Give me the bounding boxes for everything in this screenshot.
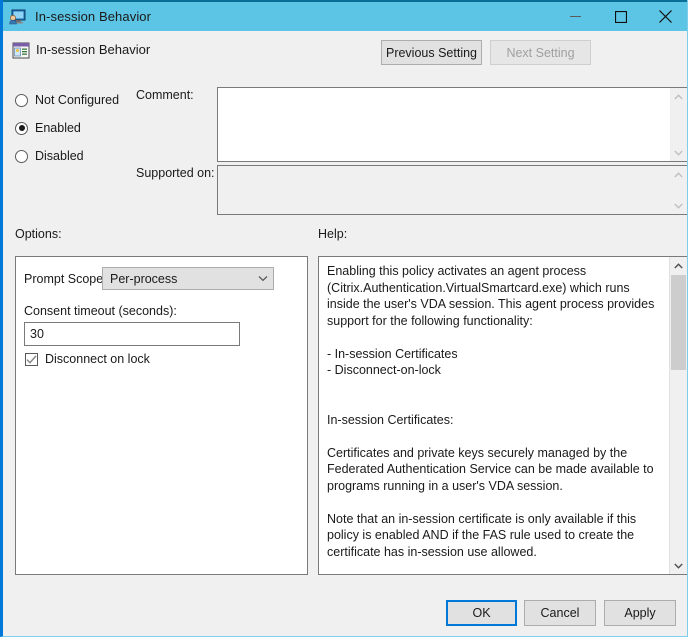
comment-label: Comment: bbox=[136, 88, 194, 102]
supported-on-scrollbar[interactable] bbox=[670, 166, 687, 214]
comment-textarea[interactable] bbox=[217, 87, 688, 162]
options-panel: Prompt Scope Per-process Consent timeout… bbox=[15, 256, 308, 575]
chevron-down-icon[interactable] bbox=[670, 197, 687, 214]
supported-on-textarea bbox=[217, 165, 688, 215]
close-icon[interactable] bbox=[643, 2, 688, 31]
consent-timeout-input[interactable]: 30 bbox=[24, 322, 240, 346]
chevron-down-icon[interactable] bbox=[670, 557, 687, 574]
help-text: Enabling this policy activates an agent … bbox=[319, 257, 669, 574]
checkbox-checked-icon bbox=[25, 353, 38, 366]
setting-name: In-session Behavior bbox=[36, 42, 150, 57]
supported-on-label: Supported on: bbox=[136, 166, 215, 180]
help-label: Help: bbox=[318, 227, 347, 241]
chevron-up-icon[interactable] bbox=[670, 88, 687, 105]
radio-button-unselected-icon bbox=[15, 94, 28, 107]
comment-scrollbar[interactable] bbox=[670, 88, 687, 161]
radio-enabled-label: Enabled bbox=[35, 121, 81, 135]
window-title: In-session Behavior bbox=[35, 9, 151, 24]
help-panel: Enabling this policy activates an agent … bbox=[318, 256, 688, 575]
apply-button[interactable]: Apply bbox=[604, 600, 676, 626]
disconnect-on-lock-label: Disconnect on lock bbox=[45, 352, 150, 366]
chevron-down-icon[interactable] bbox=[670, 144, 687, 161]
ok-button[interactable]: OK bbox=[446, 600, 517, 626]
disconnect-on-lock-checkbox[interactable]: Disconnect on lock bbox=[25, 352, 150, 366]
group-policy-setting-dialog: In-session Behavior bbox=[0, 0, 688, 637]
radio-disabled[interactable]: Disabled bbox=[15, 147, 84, 165]
policy-setting-icon bbox=[12, 42, 30, 59]
prompt-scope-value: Per-process bbox=[110, 272, 253, 286]
minimize-icon[interactable] bbox=[553, 2, 598, 31]
options-label: Options: bbox=[15, 227, 62, 241]
maximize-icon[interactable] bbox=[598, 2, 643, 31]
supported-on-text bbox=[218, 166, 670, 214]
setting-header: In-session Behavior Previous Setting Nex… bbox=[3, 31, 688, 81]
chevron-up-icon[interactable] bbox=[670, 257, 687, 274]
radio-disabled-label: Disabled bbox=[35, 149, 84, 163]
help-scrollbar[interactable] bbox=[669, 257, 687, 574]
chevron-down-icon bbox=[253, 275, 273, 282]
policy-monitor-icon bbox=[9, 9, 26, 25]
prompt-scope-dropdown[interactable]: Per-process bbox=[102, 267, 274, 290]
consent-timeout-value: 30 bbox=[30, 327, 44, 341]
radio-not-configured-label: Not Configured bbox=[35, 93, 119, 107]
comment-text[interactable] bbox=[218, 88, 670, 161]
radio-not-configured[interactable]: Not Configured bbox=[15, 91, 119, 109]
previous-setting-button[interactable]: Previous Setting bbox=[381, 40, 482, 65]
title-bar: In-session Behavior bbox=[0, 0, 688, 31]
radio-enabled[interactable]: Enabled bbox=[15, 119, 81, 137]
prompt-scope-label: Prompt Scope bbox=[24, 272, 103, 286]
radio-button-selected-icon bbox=[15, 122, 28, 135]
consent-timeout-label: Consent timeout (seconds): bbox=[24, 304, 177, 318]
window-controls bbox=[553, 2, 688, 31]
next-setting-button: Next Setting bbox=[490, 40, 591, 65]
chevron-up-icon[interactable] bbox=[670, 166, 687, 183]
help-scrollbar-thumb[interactable] bbox=[671, 275, 686, 370]
radio-button-unselected-icon bbox=[15, 150, 28, 163]
cancel-button[interactable]: Cancel bbox=[524, 600, 596, 626]
